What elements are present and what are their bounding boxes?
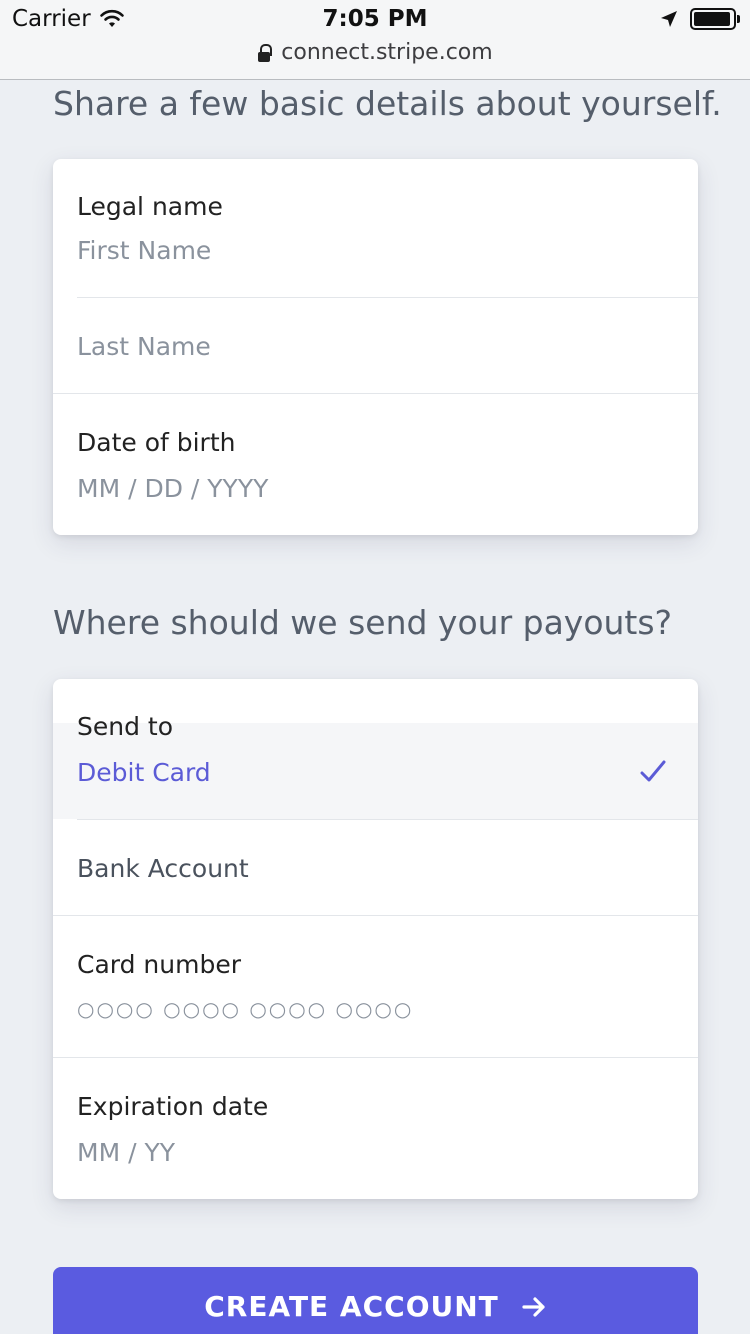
create-account-button[interactable]: CREATE ACCOUNT (53, 1267, 698, 1334)
legal-name-label: Legal name (77, 192, 223, 221)
url-text: connect.stripe.com (281, 40, 493, 65)
browser-chrome: Carrier 7:05 PM connect.stripe.com (0, 0, 750, 80)
location-arrow-icon (661, 11, 677, 27)
expiration-label: Expiration date (77, 1092, 269, 1121)
dob-field[interactable]: MM / DD / YYYY (77, 474, 268, 503)
card-number-label: Card number (77, 950, 242, 979)
payout-option-bank-account[interactable]: Bank Account (77, 854, 249, 883)
checkmark-icon (640, 760, 666, 782)
card-number-field[interactable]: ○○○○ ○○○○ ○○○○ ○○○○ (77, 997, 413, 1021)
personal-details-heading: Share a few basic details about yourself… (53, 84, 722, 123)
payouts-card: Send to Debit Card Bank Account Card num… (53, 679, 698, 1199)
divider (53, 1057, 698, 1058)
payout-option-label-debit: Debit Card (77, 758, 211, 787)
status-time: 7:05 PM (322, 6, 428, 32)
create-account-label: CREATE ACCOUNT (204, 1290, 499, 1323)
personal-details-card: Legal name First Name Last Name Date of … (53, 159, 698, 535)
first-name-field[interactable]: First Name (77, 236, 211, 265)
status-right-group (660, 8, 740, 30)
address-bar[interactable]: connect.stripe.com (0, 40, 750, 65)
lock-icon (257, 43, 273, 62)
battery-icon (690, 8, 740, 30)
payouts-heading: Where should we send your payouts? (53, 603, 673, 642)
divider (53, 393, 698, 394)
arrow-right-icon (522, 1297, 545, 1317)
divider (53, 915, 698, 916)
dob-label: Date of birth (77, 428, 236, 457)
divider (77, 297, 698, 298)
divider (77, 819, 698, 820)
expiration-field[interactable]: MM / YY (77, 1138, 175, 1167)
last-name-field[interactable]: Last Name (77, 332, 211, 361)
send-to-label: Send to (77, 712, 174, 741)
